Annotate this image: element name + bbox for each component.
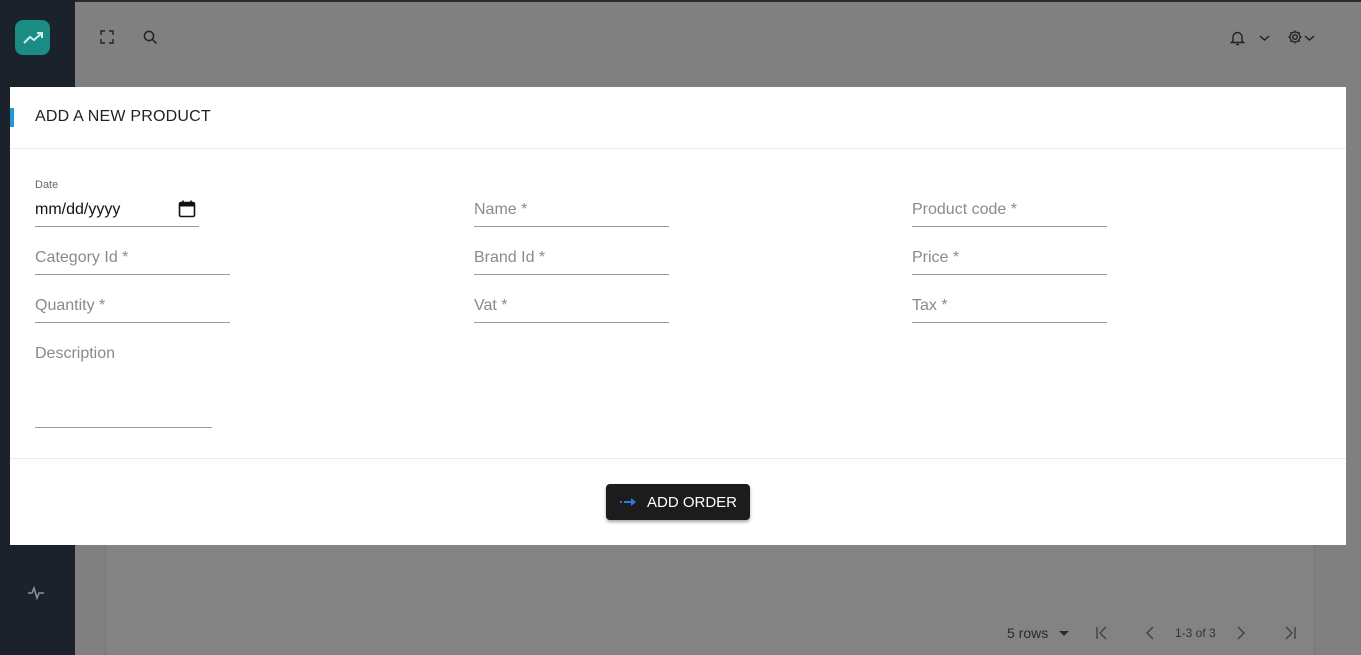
chevron-down-icon xyxy=(1259,35,1269,42)
next-page-button[interactable] xyxy=(1235,622,1247,644)
arrow-right-icon xyxy=(619,498,636,506)
next-page-icon xyxy=(1237,626,1246,640)
brand-id-field-placeholder: Brand Id * xyxy=(474,249,546,266)
price-field[interactable]: Price * xyxy=(912,249,1107,275)
chevron-down-icon xyxy=(1304,35,1314,42)
calendar-icon xyxy=(178,200,196,218)
header-accent-bar xyxy=(10,108,14,127)
modal-header: ADD A NEW PRODUCT xyxy=(10,87,1346,149)
date-input-value[interactable]: mm/dd/yyyy xyxy=(35,201,120,219)
rows-per-page-label: 5 rows xyxy=(1007,625,1049,641)
rows-per-page-select[interactable]: 5 rows xyxy=(1007,622,1070,644)
bell-icon xyxy=(1229,31,1245,46)
add-order-button[interactable]: ADD ORDER xyxy=(606,484,750,520)
sidebar-item-activity[interactable] xyxy=(25,583,47,603)
add-product-modal: ADD A NEW PRODUCT Date mm/dd/yyyy Name *… xyxy=(10,87,1346,545)
product-code-field[interactable]: Product code * xyxy=(912,201,1107,227)
table-panel xyxy=(105,540,1315,655)
page-range: 1-3 of 3 xyxy=(1175,626,1216,640)
price-field-placeholder: Price * xyxy=(912,249,960,266)
first-page-icon xyxy=(1096,626,1107,640)
app-logo[interactable] xyxy=(15,20,50,55)
date-picker-button[interactable] xyxy=(178,200,196,218)
trending-up-icon xyxy=(22,31,43,44)
modal-title: ADD A NEW PRODUCT xyxy=(35,108,211,125)
fullscreen-icon xyxy=(100,30,114,44)
fullscreen-button[interactable] xyxy=(97,27,117,47)
description-field[interactable]: Description xyxy=(35,345,212,428)
quantity-field-placeholder: Quantity * xyxy=(35,297,106,314)
category-id-field[interactable]: Category Id * xyxy=(35,249,230,275)
first-page-button[interactable] xyxy=(1094,622,1110,644)
search-icon xyxy=(143,30,157,44)
brand-id-field[interactable]: Brand Id * xyxy=(474,249,669,275)
name-field[interactable]: Name * xyxy=(474,201,669,227)
date-field-underline xyxy=(35,226,199,227)
product-code-field-placeholder: Product code * xyxy=(912,201,1017,218)
notifications-button[interactable] xyxy=(1227,28,1247,48)
prev-page-button[interactable] xyxy=(1144,622,1156,644)
date-label: Date xyxy=(35,179,59,191)
vat-field[interactable]: Vat * xyxy=(474,297,669,323)
tax-field-placeholder: Tax * xyxy=(912,297,948,314)
last-page-icon xyxy=(1285,626,1296,640)
quantity-field[interactable]: Quantity * xyxy=(35,297,230,323)
settings-dropdown[interactable] xyxy=(1299,28,1319,48)
caret-down-icon xyxy=(1059,631,1070,636)
prev-page-icon xyxy=(1145,626,1154,640)
window-top-border xyxy=(0,0,1361,2)
last-page-button[interactable] xyxy=(1282,622,1298,644)
notifications-dropdown[interactable] xyxy=(1254,28,1274,48)
pulse-icon xyxy=(28,586,44,600)
description-field-placeholder: Description xyxy=(35,345,116,362)
vat-field-placeholder: Vat * xyxy=(474,297,508,314)
modal-footer-divider xyxy=(10,458,1346,459)
add-order-button-label: ADD ORDER xyxy=(646,493,737,511)
name-field-placeholder: Name * xyxy=(474,201,528,218)
tax-field[interactable]: Tax * xyxy=(912,297,1107,323)
category-id-field-placeholder: Category Id * xyxy=(35,249,129,266)
search-button[interactable] xyxy=(140,27,160,47)
